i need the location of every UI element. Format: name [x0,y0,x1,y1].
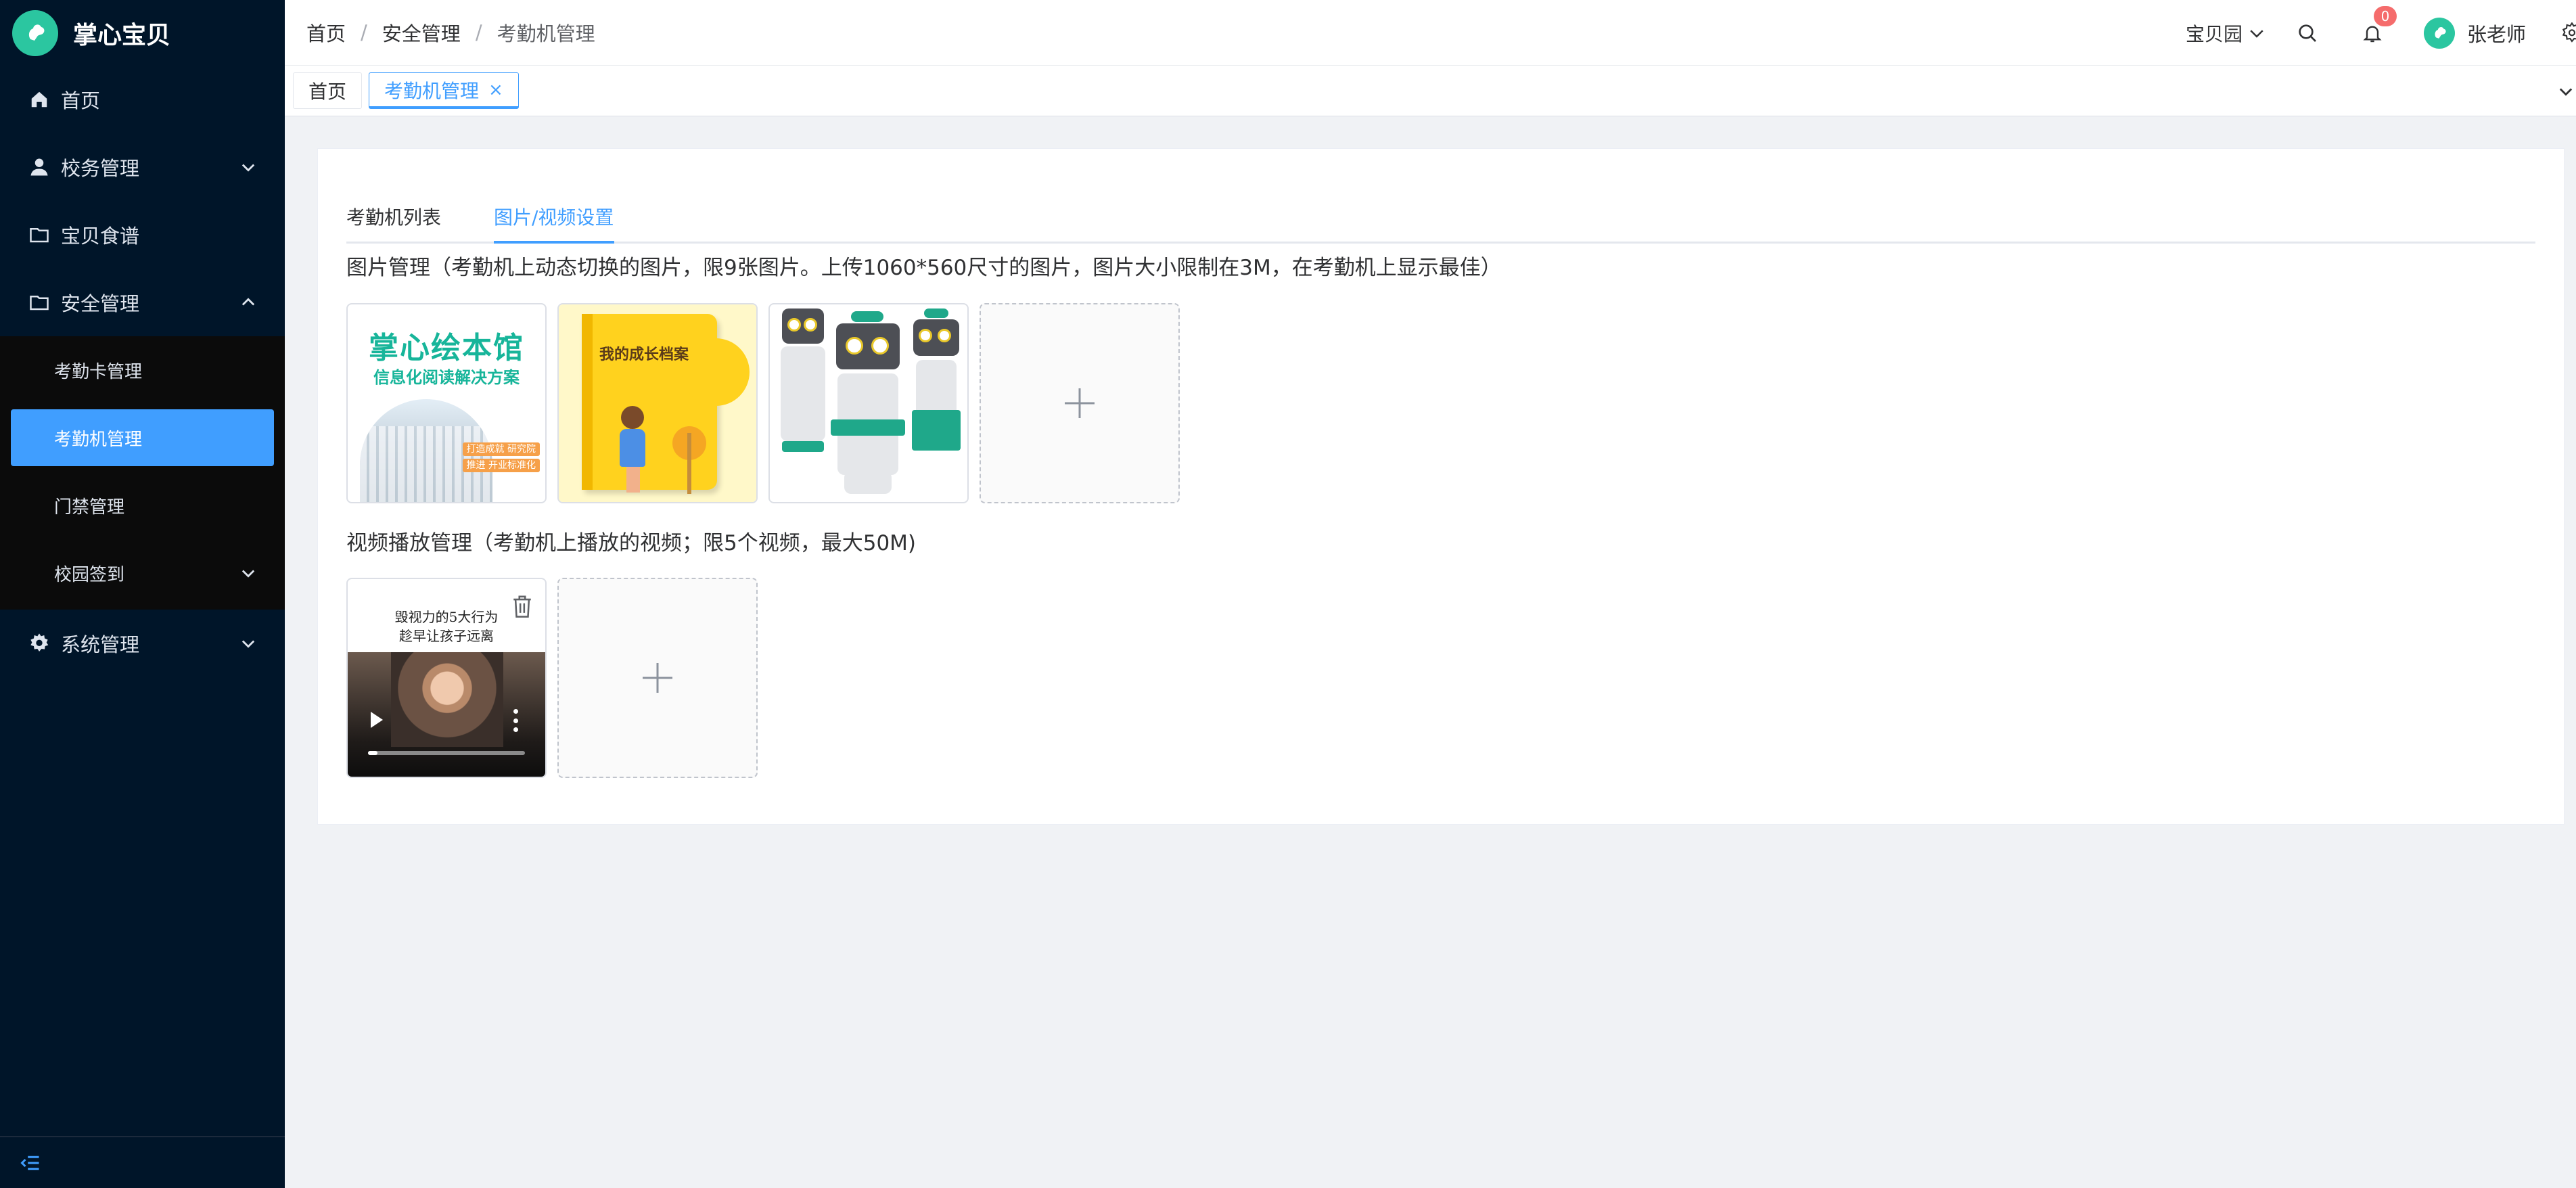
tab-image-video-settings[interactable]: 图片/视频设置 [494,203,614,230]
sidebar-item-label: 考勤卡管理 [54,361,143,382]
close-icon[interactable]: × [488,80,503,100]
breadcrumb-separator: / [475,21,482,44]
sidebar-item-system[interactable]: 系统管理 [0,610,285,677]
folder-icon [27,290,51,315]
video-progress-fill [368,751,377,755]
school-select[interactable]: 宝贝园 [2186,20,2267,47]
sidebar-item-attendance-card[interactable]: 考勤卡管理 [0,336,285,404]
tab-label: 首页 [308,81,347,103]
brand-name: 掌心宝贝 [73,21,171,49]
collapse-icon [20,1156,39,1170]
plus-icon [1065,388,1095,418]
active-tab-indicator [494,241,614,244]
search-icon [2299,24,2316,42]
play-icon[interactable] [371,712,383,728]
tabs-bar: 首页 考勤机管理 × [285,66,2576,116]
notification-button[interactable]: 0 [2359,5,2397,47]
gear-icon [27,631,51,656]
video-preview-image [391,652,503,747]
breadcrumb: 首页 / 安全管理 / 考勤机管理 [306,18,595,47]
video-progress-bar[interactable] [368,751,525,755]
chevron-down-icon [242,570,255,578]
sidebar-collapse-button[interactable] [0,1136,285,1188]
video-section-title: 视频播放管理（考勤机上播放的视频；限5个视频，最大50M) [346,531,917,555]
breadcrumb-item-home[interactable]: 首页 [306,18,346,47]
sidebar-item-label: 宝贝食谱 [61,225,140,248]
tab-attendance-machine[interactable]: 考勤机管理 × [369,72,519,109]
sidebar: 掌心宝贝 首页 校务管理 宝贝食谱 安全管理 考勤卡管理 考勤机管理 门禁管理 … [0,0,285,1188]
sidebar-item-label: 校务管理 [61,157,140,180]
home-icon [27,87,51,112]
folder-icon [27,223,51,247]
content-card: 考勤机列表 图片/视频设置 图片管理（考勤机上动态切换的图片，限9张图片。上传1… [317,148,2564,825]
sidebar-item-campus-checkin[interactable]: 校园签到 [0,539,285,607]
chevron-up-icon [242,298,255,306]
plus-icon [643,663,672,693]
breadcrumb-item-security[interactable]: 安全管理 [382,18,461,47]
sidebar-menu: 首页 校务管理 宝贝食谱 安全管理 考勤卡管理 考勤机管理 门禁管理 校园签到 … [0,66,285,677]
image-thumb-3[interactable] [768,303,969,503]
gear-icon [2562,22,2576,43]
sidebar-item-attendance-machine[interactable]: 考勤机管理 [11,409,274,466]
app-root: 掌心宝贝 首页 校务管理 宝贝食谱 安全管理 考勤卡管理 考勤机管理 门禁管理 … [0,0,2576,1188]
robot-illustration [831,311,905,494]
image-thumb-1[interactable]: 掌心绘本馆 信息化阅读解决方案 打造成就 研究院 推进 开业标准化 [346,303,547,503]
sidebar-item-recipes[interactable]: 宝贝食谱 [0,201,285,269]
video-thumb-1[interactable]: 毁视力的5大行为 趁早让孩子远离 [346,578,547,778]
image-thumb-title: 我的成长档案 [599,346,689,363]
sidebar-item-label: 首页 [61,89,101,112]
image-thumb-title: 掌心绘本馆 [369,331,524,365]
sidebar-item-label: 安全管理 [61,292,140,315]
sidebar-item-label: 考勤机管理 [54,429,143,450]
sidebar-item-school-affairs[interactable]: 校务管理 [0,133,285,201]
chevron-down-icon [242,640,255,648]
more-vertical-icon[interactable] [513,709,518,732]
tabs-more-button[interactable] [2556,79,2576,104]
image-section-title: 图片管理（考勤机上动态切换的图片，限9张图片。上传1060*560尺寸的图片，图… [346,256,1502,280]
trash-icon [513,595,531,618]
robot-illustration [909,309,963,464]
tab-label: 考勤机管理 [384,79,480,102]
settings-button[interactable] [2558,20,2576,47]
avatar [2423,17,2455,49]
sidebar-item-label: 门禁管理 [54,497,125,518]
user-name: 张老师 [2466,22,2526,46]
breadcrumb-separator: / [361,21,367,44]
brand[interactable]: 掌心宝贝 [0,0,285,66]
inner-tabs: 考勤机列表 图片/视频设置 [346,183,2535,244]
video-caption-line: 趁早让孩子远离 [399,628,494,644]
top-header: 首页 / 安全管理 / 考勤机管理 宝贝园 0 张老师 [285,0,2576,66]
video-upload-button[interactable] [557,578,758,778]
user-icon [27,155,51,179]
video-frame [348,652,545,777]
tab-attendance-machine-list[interactable]: 考勤机列表 [346,203,441,230]
robot-illustration [779,309,827,457]
delete-video-button[interactable] [510,593,534,620]
sidebar-item-home[interactable]: 首页 [0,66,285,133]
tab-home[interactable]: 首页 [293,72,363,109]
sidebar-item-label: 系统管理 [61,633,140,656]
image-thumb-2[interactable]: 我的成长档案 [557,303,758,503]
breadcrumb-item-current: 考勤机管理 [497,22,595,45]
sidebar-item-label: 校园签到 [54,564,125,585]
image-thumb-tag: 推进 开业标准化 [462,459,540,472]
image-thumb-tag: 打造成就 研究院 [462,442,540,456]
book-illustration [582,314,717,490]
school-select-value: 宝贝园 [2185,22,2242,45]
user-menu[interactable]: 张老师 [2423,17,2526,49]
chevron-down-icon [2250,29,2263,38]
notification-badge: 0 [2373,5,2397,26]
sidebar-item-access-control[interactable]: 门禁管理 [0,472,285,539]
header-actions: 宝贝园 0 张老师 [2186,0,2576,66]
image-thumb-subtitle: 信息化阅读解决方案 [373,368,520,387]
search-button[interactable] [2294,20,2321,47]
chevron-down-icon [242,164,255,172]
brand-logo-icon [12,9,58,56]
sidebar-item-security[interactable]: 安全管理 [0,269,285,336]
image-upload-button[interactable] [980,303,1180,503]
security-submenu: 考勤卡管理 考勤机管理 门禁管理 校园签到 [0,336,285,610]
chevron-down-icon [2559,88,2573,96]
